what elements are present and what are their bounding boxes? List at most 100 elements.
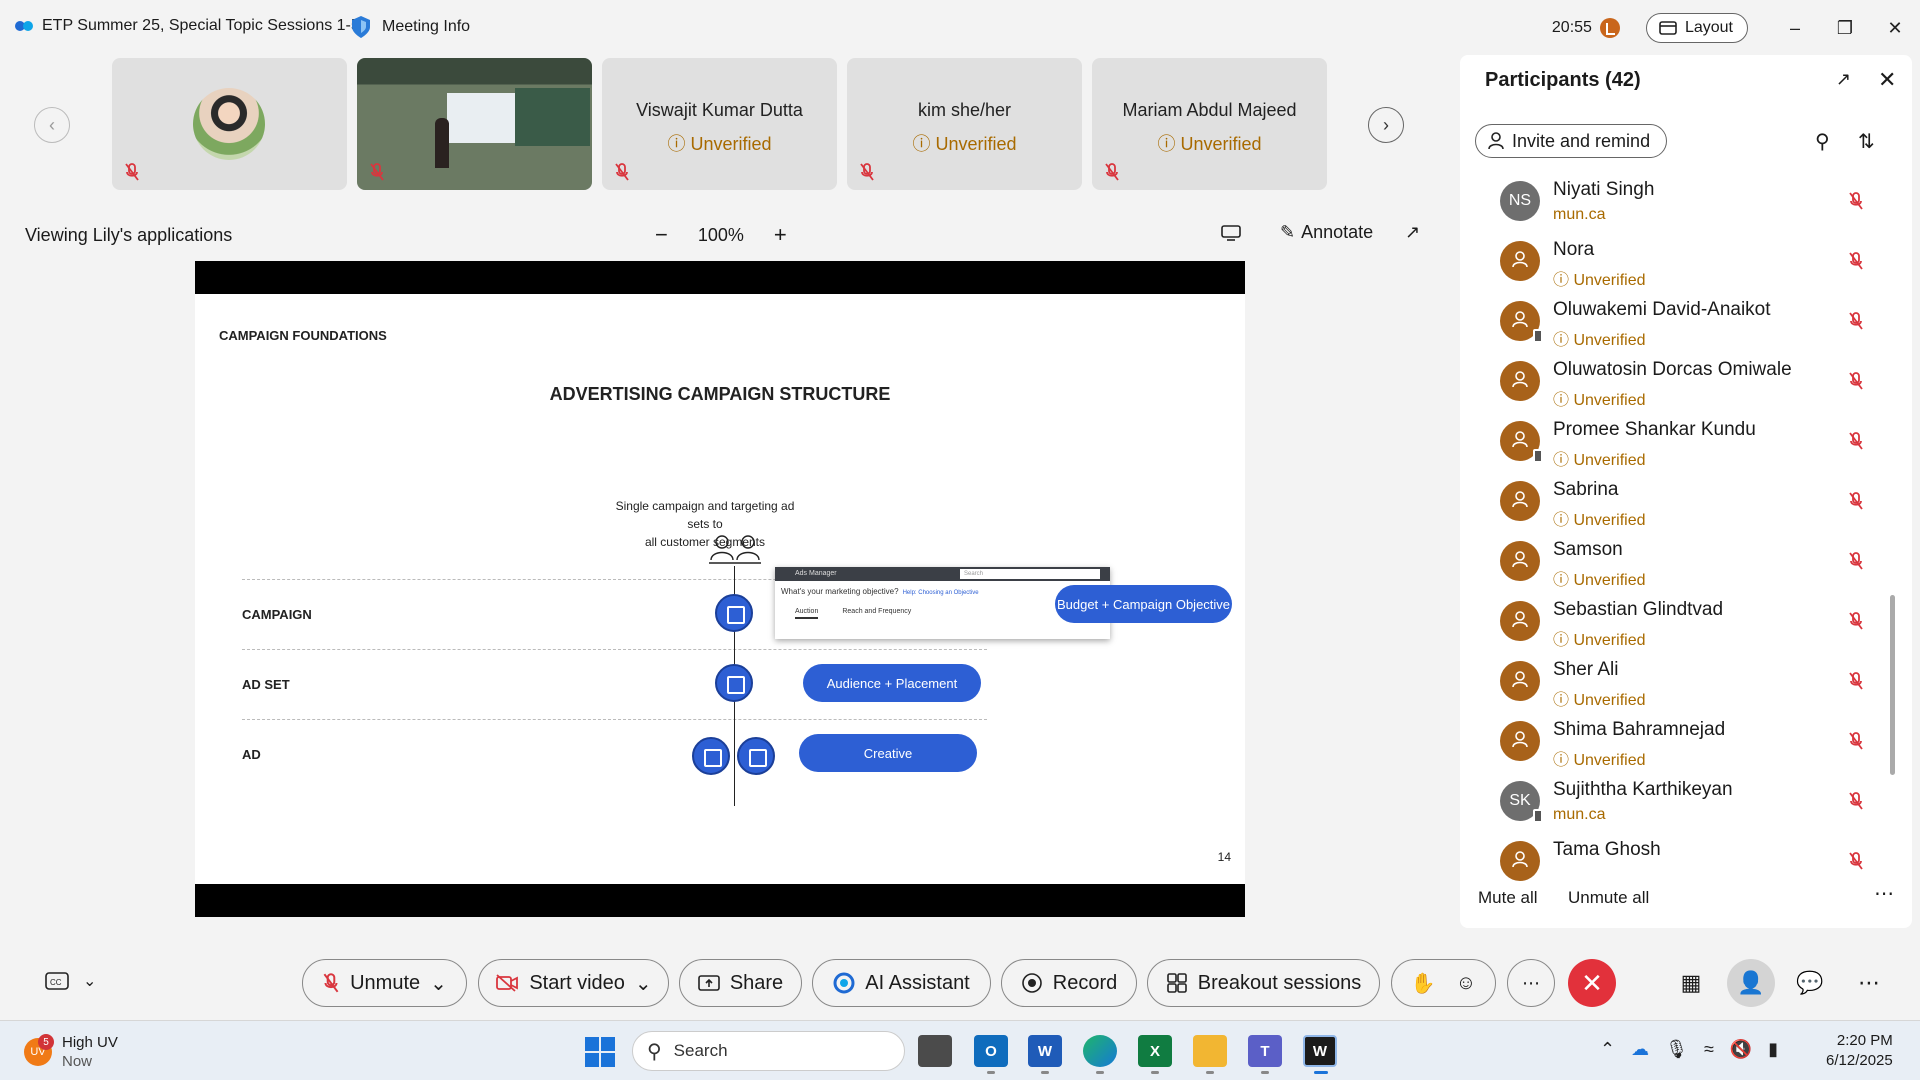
muted-mic-icon[interactable]	[1848, 551, 1864, 576]
muted-mic-icon[interactable]	[1848, 251, 1864, 276]
scrollbar[interactable]	[1890, 595, 1895, 775]
meeting-title: ETP Summer 25, Special Topic Sessions 1-…	[42, 17, 360, 34]
weather-widget[interactable]: UV 5 High UV Now	[24, 1033, 118, 1071]
word-icon[interactable]: W	[1028, 1035, 1062, 1067]
file-explorer-icon[interactable]	[1193, 1035, 1227, 1067]
close-icon[interactable]: ✕	[1870, 10, 1920, 46]
close-icon: ✕	[1581, 967, 1603, 998]
unmute-all-button[interactable]: Unmute all	[1568, 888, 1649, 908]
ads-manager-title: Ads Manager	[795, 570, 837, 577]
start-video-button[interactable]: Start video ⌄	[478, 959, 669, 1007]
display-settings-icon[interactable]	[1220, 224, 1242, 242]
muted-mic-icon[interactable]	[1848, 311, 1864, 336]
muted-mic-icon[interactable]	[1848, 731, 1864, 756]
muted-mic-icon[interactable]	[1848, 371, 1864, 396]
video-thumbnail[interactable]	[112, 58, 347, 190]
video-thumbnail[interactable]: kim she/her ⓘ Unverified	[847, 58, 1082, 190]
mute-all-button[interactable]: Mute all	[1478, 888, 1538, 908]
outlook-icon[interactable]: O	[974, 1035, 1008, 1067]
start-icon[interactable]	[585, 1037, 615, 1067]
popout-icon[interactable]: ↗	[1836, 69, 1851, 90]
breakout-sessions-button[interactable]: Breakout sessions	[1147, 959, 1380, 1007]
zoom-out-icon[interactable]: −	[655, 222, 668, 248]
ai-assistant-button[interactable]: AI Assistant	[812, 959, 991, 1007]
panel-close-icon[interactable]: ✕	[1878, 67, 1896, 93]
search-icon[interactable]: ⚲	[1815, 129, 1830, 154]
sort-icon[interactable]: ⇅	[1858, 129, 1875, 154]
participant-row[interactable]: Oluwakemi David-Anaikot ⓘ Unverified	[1460, 293, 1900, 353]
teams-icon[interactable]: T	[1248, 1035, 1282, 1067]
muted-mic-icon[interactable]	[1848, 191, 1864, 216]
webex-icon[interactable]: W	[1303, 1035, 1337, 1067]
windows-taskbar: UV 5 High UV Now ⚲ Search O W X T W ⌃ ☁ …	[0, 1020, 1920, 1080]
share-button[interactable]: Share	[679, 959, 802, 1007]
participant-row[interactable]: Shima Bahramnejad ⓘ Unverified	[1460, 713, 1900, 773]
participant-row[interactable]: SK Sujiththa Karthikeyan mun.ca	[1460, 773, 1900, 833]
participant-row[interactable]: Sabrina ⓘ Unverified	[1460, 473, 1900, 533]
video-thumbnail[interactable]: Viswajit Kumar Dutta ⓘ Unverified	[602, 58, 837, 190]
participant-name: Sabrina	[1553, 479, 1619, 500]
more-options-icon[interactable]: ⋯	[1851, 965, 1887, 1001]
zoom-in-icon[interactable]: +	[774, 222, 787, 248]
record-button[interactable]: Record	[1001, 959, 1137, 1007]
video-thumbnail[interactable]	[357, 58, 592, 190]
volume-muted-icon[interactable]: 🔇	[1730, 1039, 1752, 1060]
invite-and-remind-button[interactable]: Invite and remind	[1475, 124, 1668, 158]
ads-tab: Auction	[795, 608, 819, 619]
chevron-up-icon[interactable]: ⌃	[1600, 1039, 1615, 1060]
chevron-down-icon[interactable]: ⌄	[635, 971, 652, 996]
muted-mic-icon[interactable]	[1848, 791, 1864, 816]
signal-icon[interactable]	[1599, 18, 1620, 38]
unmute-button[interactable]: Unmute ⌄	[302, 959, 467, 1007]
minimize-icon[interactable]: –	[1770, 10, 1820, 46]
mic-muted-tray-icon[interactable]: 🎙	[1665, 1039, 1688, 1060]
taskbar-search[interactable]: ⚲ Search	[632, 1031, 905, 1071]
wifi-icon[interactable]: ≈	[1704, 1039, 1714, 1060]
muted-mic-icon[interactable]	[1848, 431, 1864, 456]
muted-mic-icon[interactable]	[1848, 851, 1864, 876]
muted-mic-icon[interactable]	[1848, 611, 1864, 636]
edge-icon[interactable]	[1083, 1035, 1117, 1067]
restore-icon[interactable]: ❐	[1820, 10, 1870, 46]
chevron-down-icon[interactable]: ⌄	[430, 971, 447, 996]
task-view-icon[interactable]	[918, 1035, 952, 1067]
strip-prev-button[interactable]: ‹	[34, 107, 70, 143]
more-controls-button[interactable]: ⋯	[1507, 959, 1555, 1007]
taskbar-clock[interactable]: 2:20 PM 6/12/2025	[1826, 1031, 1893, 1071]
status-text: Unverified	[1573, 272, 1646, 289]
slide-kicker: CAMPAIGN FOUNDATIONS	[219, 328, 387, 343]
leave-meeting-button[interactable]: ✕	[1568, 959, 1616, 1007]
participant-row[interactable]: Samson ⓘ Unverified	[1460, 533, 1900, 593]
participants-toggle-button[interactable]: 👤	[1727, 959, 1775, 1007]
thumbnail-status: ⓘ Unverified	[847, 130, 1082, 156]
emoji-reaction-icon[interactable]: ☺	[1456, 972, 1476, 995]
avatar	[1500, 721, 1540, 761]
onedrive-icon[interactable]: ☁	[1631, 1039, 1649, 1060]
participant-row[interactable]: Promee Shankar Kundu ⓘ Unverified	[1460, 413, 1900, 473]
fullscreen-icon[interactable]: ↗	[1405, 222, 1420, 243]
muted-mic-icon[interactable]	[1848, 671, 1864, 696]
apps-icon[interactable]: ▦	[1673, 965, 1709, 1001]
participant-row[interactable]: Sher Ali ⓘ Unverified	[1460, 653, 1900, 713]
status-text: Unverified	[1573, 632, 1646, 649]
captions-button[interactable]: CC ⌄	[45, 971, 96, 991]
participant-row[interactable]: Tama Ghosh	[1460, 833, 1900, 893]
annotate-button[interactable]: ✎ Annotate	[1280, 222, 1373, 243]
participant-row[interactable]: Oluwatosin Dorcas Omiwale ⓘ Unverified	[1460, 353, 1900, 413]
video-thumbnail[interactable]: Mariam Abdul Majeed ⓘ Unverified	[1092, 58, 1327, 190]
avatar	[1500, 541, 1540, 581]
strip-next-button[interactable]: ›	[1368, 107, 1404, 143]
view-tools: ✎ Annotate ↗	[1220, 222, 1420, 243]
raise-hand-icon[interactable]: ✋	[1411, 971, 1436, 996]
avatar	[1500, 661, 1540, 701]
chat-icon[interactable]: 💬	[1792, 965, 1828, 1001]
participant-row[interactable]: NS Niyati Singh mun.ca	[1460, 175, 1900, 233]
participant-row[interactable]: Nora ⓘ Unverified	[1460, 233, 1900, 293]
meeting-info-button[interactable]: Meeting Info	[350, 15, 470, 39]
battery-icon[interactable]: ▮	[1768, 1039, 1778, 1060]
excel-icon[interactable]: X	[1138, 1035, 1172, 1067]
muted-mic-icon[interactable]	[1848, 491, 1864, 516]
participant-row[interactable]: Sebastian Glindtvad ⓘ Unverified	[1460, 593, 1900, 653]
layout-button[interactable]: Layout	[1645, 13, 1748, 43]
more-options-icon[interactable]: ⋯	[1874, 881, 1894, 906]
